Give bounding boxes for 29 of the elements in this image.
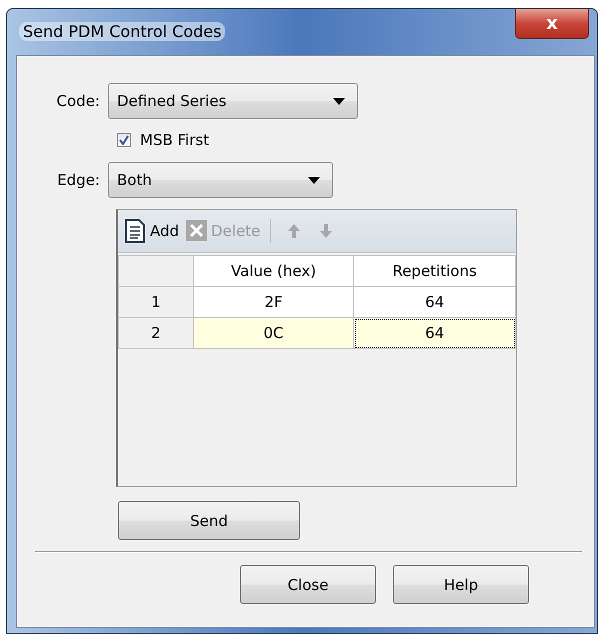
row-number: 1 — [118, 286, 194, 318]
table-cell[interactable]: 0C — [193, 318, 354, 348]
add-button[interactable]: Add — [124, 219, 180, 243]
window-title: Send PDM Control Codes — [19, 22, 226, 41]
dialog-button[interactable]: Close — [240, 565, 376, 604]
table-row[interactable]: 2 0C 64 — [118, 318, 516, 348]
dropdown[interactable]: Defined Series — [108, 83, 358, 119]
send-button[interactable]: Send — [118, 501, 300, 540]
up-arrow-icon — [287, 223, 302, 239]
checkbox[interactable] — [117, 133, 131, 147]
table-cell[interactable]: 64 — [354, 286, 516, 318]
down-arrow-icon — [319, 223, 334, 239]
window-close-button[interactable]: x — [515, 9, 589, 39]
caret-icon — [333, 98, 345, 104]
column-header[interactable]: Value (hex) — [193, 256, 354, 286]
column-header[interactable]: Repetitions — [354, 256, 516, 286]
caret-icon — [308, 176, 320, 184]
checkbox-label[interactable]: MSB First — [140, 131, 210, 149]
row-number: 2 — [118, 318, 194, 348]
dropdown[interactable]: Both — [108, 162, 333, 198]
table-row[interactable]: 1 2F 64 — [118, 286, 516, 318]
document-icon — [124, 219, 147, 243]
check-icon — [119, 135, 129, 145]
edge-label: Edge: — [56, 171, 101, 189]
code-label: Code: — [56, 92, 101, 110]
x-icon — [185, 219, 208, 243]
table-cell[interactable]: 64 — [354, 318, 516, 348]
table-cell[interactable]: 2F — [193, 286, 354, 318]
dialog-button[interactable]: Help — [393, 565, 529, 604]
